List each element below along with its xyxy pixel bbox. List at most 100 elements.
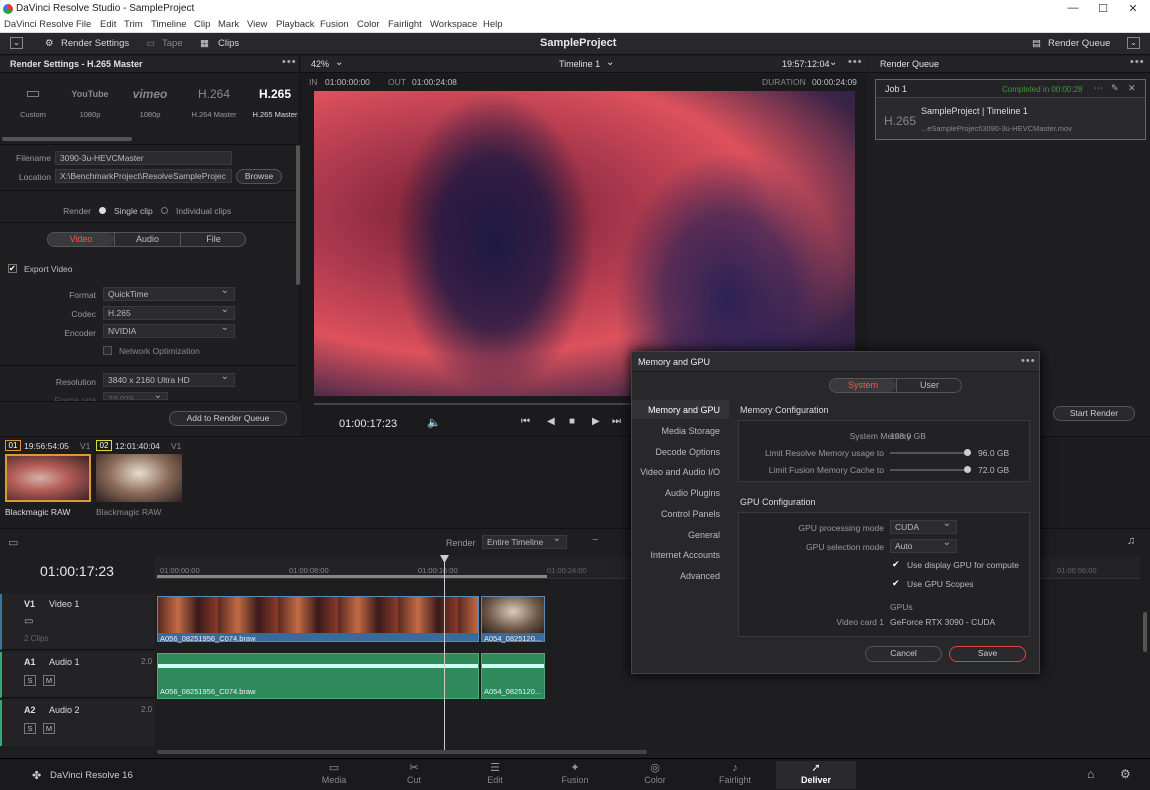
minimize-button[interactable]: — (1058, 2, 1088, 16)
timecode-dropdown-icon[interactable]: ⌄ (829, 57, 837, 68)
track-scrollbar[interactable] (1143, 612, 1147, 652)
nav-decode-options[interactable]: Decode Options (624, 447, 720, 457)
zoom-dropdown-icon[interactable]: ⌄ (335, 57, 343, 68)
add-to-render-queue-button[interactable]: Add to Render Queue (169, 411, 287, 426)
tab-user[interactable]: User (896, 379, 962, 392)
limit-resolve-slider[interactable] (890, 449, 971, 456)
menu-fusion[interactable]: Fusion (320, 19, 349, 30)
collapse-icon[interactable]: ⌄ (10, 37, 23, 49)
browse-button[interactable]: Browse (236, 169, 282, 184)
nav-internet-accounts[interactable]: Internet Accounts (624, 550, 720, 560)
solo-button[interactable]: S (24, 675, 36, 686)
render-settings-button[interactable]: Render Settings (61, 38, 129, 49)
timeline-view-icon[interactable]: ▭ (8, 536, 18, 549)
render-mode-select[interactable]: Entire Timeline (482, 533, 567, 549)
preset-custom[interactable]: ▭ Custom (3, 84, 63, 119)
filename-input[interactable]: 3090-3u-HEVCMaster (55, 151, 232, 165)
slider-knob[interactable] (964, 466, 971, 473)
start-render-button[interactable]: Start Render (1053, 406, 1135, 421)
tab-audio[interactable]: Audio (114, 233, 180, 246)
menu-workspace[interactable]: Workspace (430, 19, 477, 30)
timeline-dropdown-icon[interactable]: ⌄ (606, 57, 614, 68)
encoder-select[interactable]: NVIDIA (103, 322, 235, 338)
more-options-icon[interactable]: ••• (282, 56, 297, 68)
settings-scrollbar[interactable] (296, 145, 300, 285)
menu-help[interactable]: Help (483, 19, 503, 30)
use-gpu-scopes-checkbox[interactable]: ✔ (892, 579, 901, 588)
clips-icon[interactable]: ▦ (200, 38, 209, 49)
page-deliver[interactable]: ➚ Deliver (776, 761, 856, 789)
track-output-icon[interactable]: ▭ (24, 616, 33, 627)
maximize-button[interactable]: ☐ (1088, 2, 1118, 16)
gpu-processing-mode-select[interactable]: CUDA (890, 518, 957, 534)
clips-button[interactable]: Clips (218, 38, 239, 49)
close-button[interactable]: ✕ (1118, 2, 1148, 16)
timeline-scrollbar[interactable] (157, 750, 647, 754)
home-icon[interactable]: ⌂ (1087, 767, 1094, 781)
slider-knob[interactable] (964, 449, 971, 456)
preset-vimeo[interactable]: vimeo 1080p (120, 84, 180, 119)
preset-h264[interactable]: H.264 H.264 Master (184, 84, 244, 119)
render-queue-options-icon[interactable]: ••• (1130, 56, 1145, 68)
location-input[interactable]: X:\BenchmarkProject\ResolveSampleProjec (55, 169, 232, 183)
page-color[interactable]: ◎ Color (615, 761, 695, 789)
menu-edit[interactable]: Edit (100, 19, 116, 30)
menu-trim[interactable]: Trim (124, 19, 143, 30)
render-queue-icon[interactable]: ▤ (1032, 38, 1041, 49)
clip-thumbnail-02[interactable] (96, 454, 182, 502)
nav-control-panels[interactable]: Control Panels (624, 509, 720, 519)
limit-fusion-slider[interactable] (890, 466, 971, 473)
settings-gear-icon[interactable]: ⚙ (1120, 767, 1131, 781)
menu-davinci[interactable]: DaVinci Resolve (4, 19, 74, 30)
zoom-out-icon[interactable]: − (592, 534, 598, 546)
menu-clip[interactable]: Clip (194, 19, 210, 30)
single-clip-radio[interactable] (99, 207, 106, 214)
nav-memory-gpu[interactable]: Memory and GPU (624, 405, 720, 415)
play-icon[interactable]: ▶ (592, 416, 600, 427)
zoom-level[interactable]: 42% (311, 59, 329, 69)
go-to-start-icon[interactable]: ⏮ (521, 416, 530, 427)
solo-button[interactable]: S (24, 723, 36, 734)
network-optimization-checkbox[interactable] (103, 346, 112, 355)
resolution-select[interactable]: 3840 x 2160 Ultra HD (103, 371, 235, 387)
menu-timeline[interactable]: Timeline (151, 19, 187, 30)
audio-clip[interactable]: A054_0825120... (481, 653, 545, 699)
tab-video[interactable]: Video (48, 233, 114, 246)
tab-system[interactable]: System (830, 379, 896, 392)
save-button[interactable]: Save (949, 646, 1026, 662)
mute-button[interactable]: M (43, 675, 55, 686)
video-clip[interactable]: A054_0825120... (481, 596, 545, 643)
nav-media-storage[interactable]: Media Storage (624, 426, 720, 436)
playhead[interactable] (444, 557, 445, 750)
stop-icon[interactable]: ■ (569, 416, 575, 427)
menu-fairlight[interactable]: Fairlight (388, 19, 422, 30)
nav-general[interactable]: General (624, 530, 720, 540)
audio-meter-icon[interactable]: ♫ (1127, 535, 1135, 547)
tape-button[interactable]: Tape (162, 38, 183, 49)
format-select[interactable]: QuickTime (103, 285, 235, 301)
timeline-name[interactable]: Timeline 1 (559, 59, 600, 69)
dialog-options-icon[interactable]: ••• (1021, 355, 1036, 367)
go-to-end-icon[interactable]: ⏭ (612, 416, 621, 427)
individual-clips-radio[interactable] (161, 207, 168, 214)
page-edit[interactable]: ☰ Edit (455, 761, 535, 789)
page-fairlight[interactable]: ♪ Fairlight (695, 761, 775, 789)
clip-thumbnail-01[interactable] (5, 454, 91, 502)
share-icon[interactable]: ⋯ (1094, 83, 1103, 94)
tab-file[interactable]: File (180, 233, 246, 246)
page-media[interactable]: ▭ Media (294, 761, 374, 789)
render-job-item[interactable]: Job 1 Completed in 00:00:28 ⋯ ✎ ✕ H.265 … (875, 79, 1146, 140)
preset-scrollbar[interactable] (2, 137, 132, 141)
viewer-options-icon[interactable]: ••• (848, 56, 863, 68)
remove-job-icon[interactable]: ✕ (1128, 83, 1136, 94)
preset-youtube[interactable]: YouTube 1080p (60, 84, 120, 119)
codec-select[interactable]: H.265 (103, 304, 235, 320)
page-fusion[interactable]: ✦ Fusion (535, 761, 615, 789)
nav-video-audio-io[interactable]: Video and Audio I/O (624, 467, 720, 477)
render-settings-icon[interactable]: ⚙ (45, 38, 54, 49)
video-clip[interactable]: A056_08251956_C074.braw (157, 596, 479, 643)
play-reverse-icon[interactable]: ◀ (547, 416, 555, 427)
menu-playback[interactable]: Playback (276, 19, 315, 30)
export-video-checkbox[interactable]: ✔ (8, 264, 17, 273)
page-cut[interactable]: ✂ Cut (374, 761, 454, 789)
